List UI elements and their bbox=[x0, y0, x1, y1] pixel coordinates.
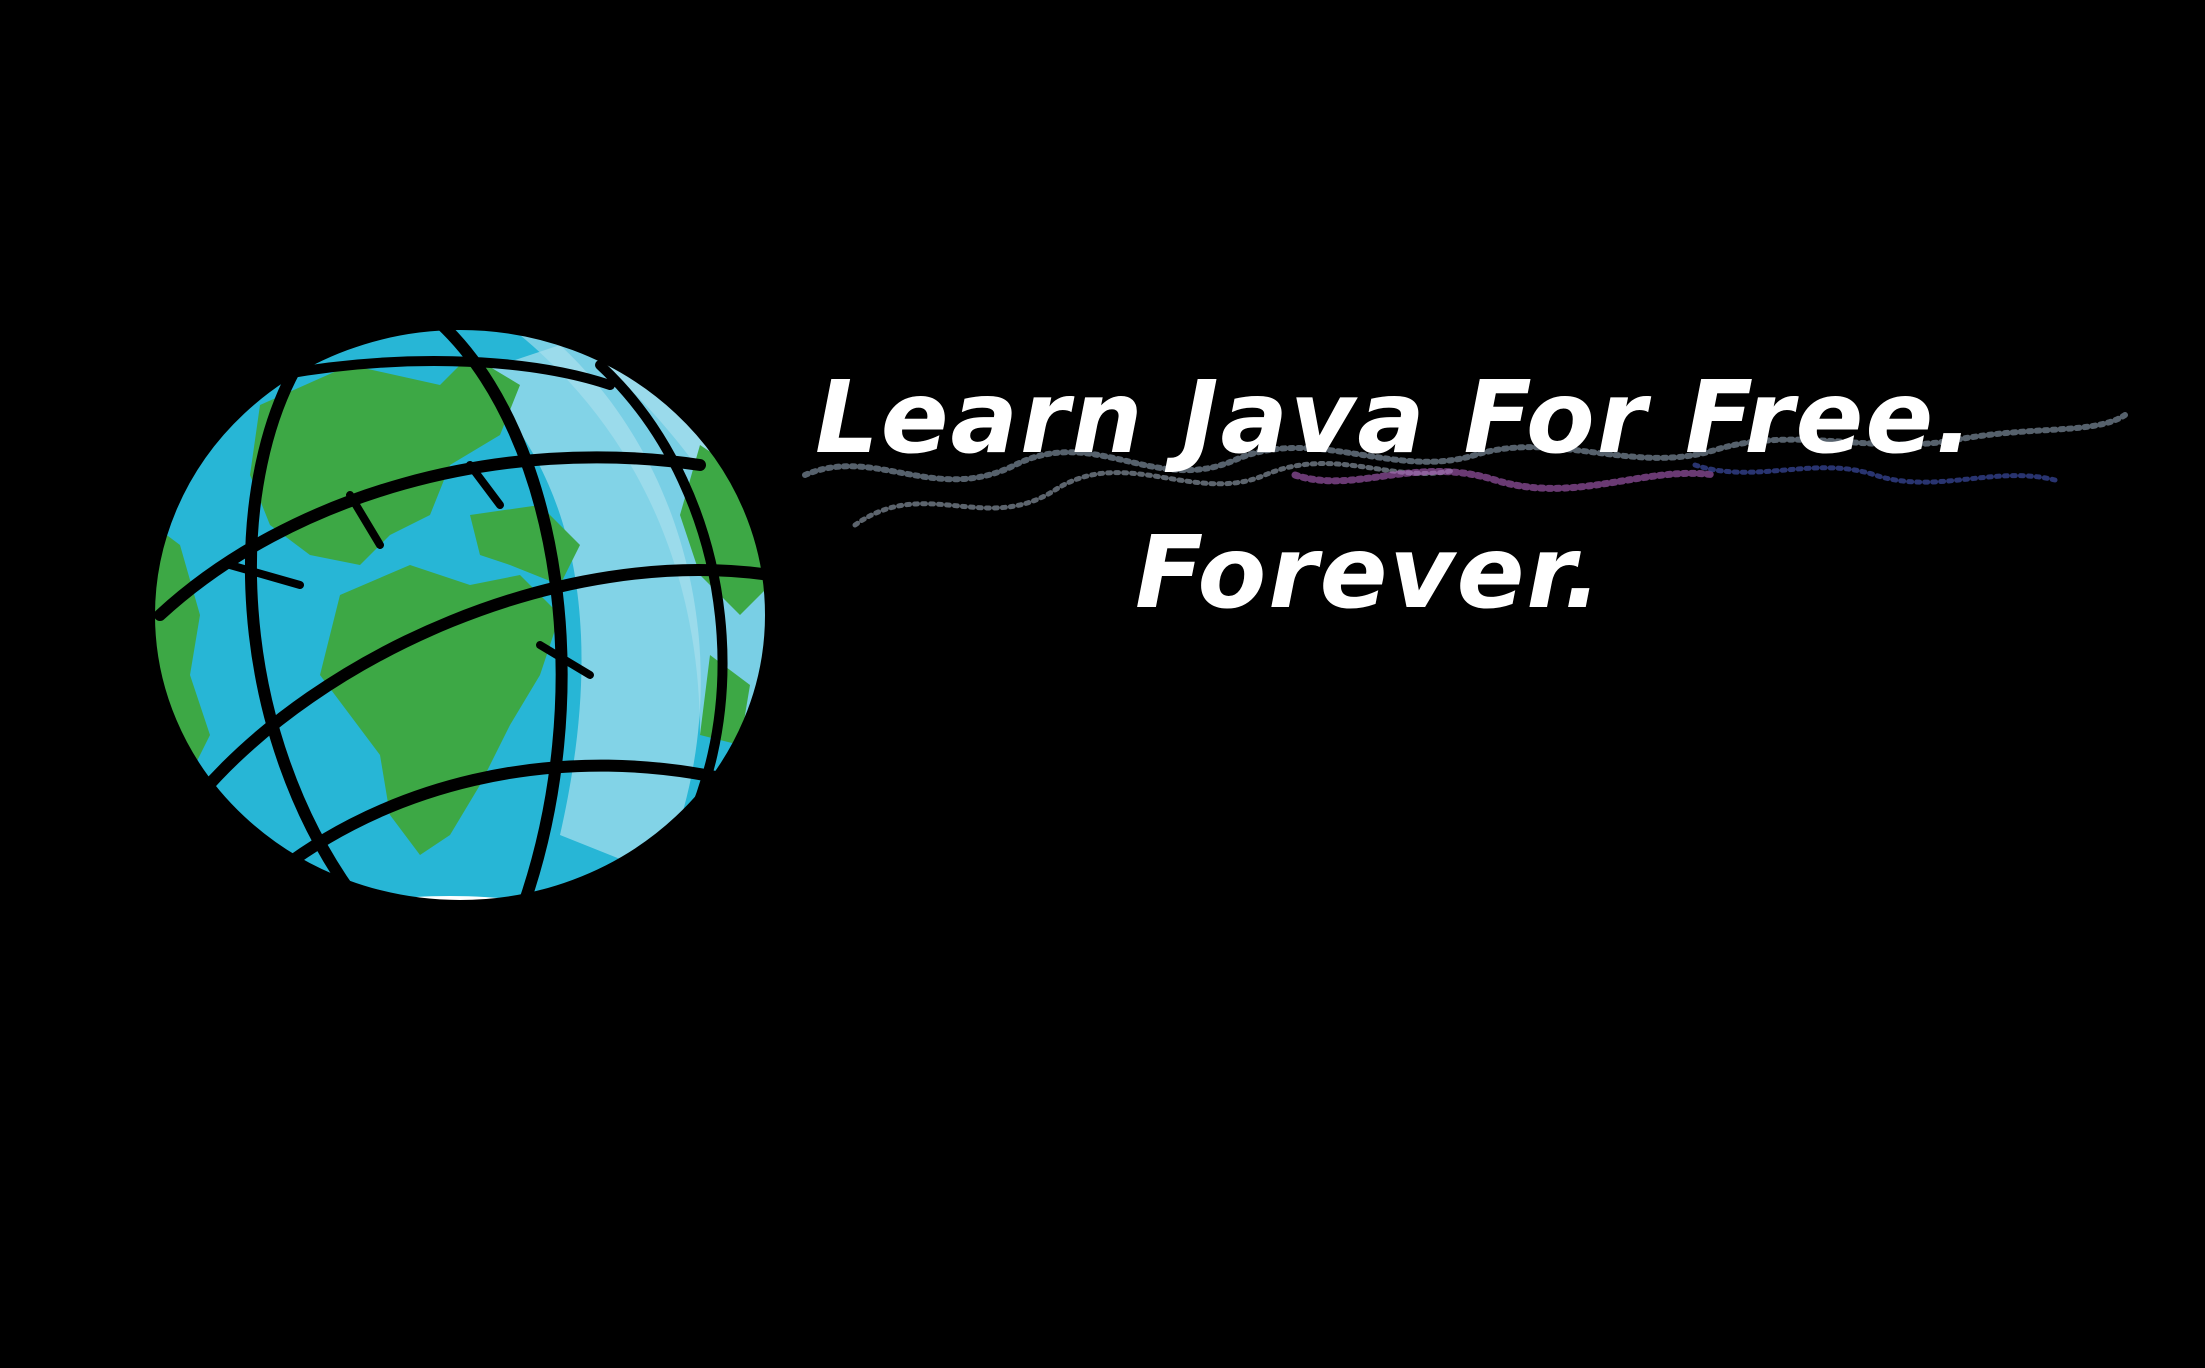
headline-line-2: Forever. bbox=[1135, 514, 1604, 631]
headline-line-1: Learn Java For Free. bbox=[815, 359, 1976, 476]
banner: Learn Java For Free. Forever. bbox=[0, 0, 2205, 1368]
globe-icon bbox=[140, 315, 780, 915]
